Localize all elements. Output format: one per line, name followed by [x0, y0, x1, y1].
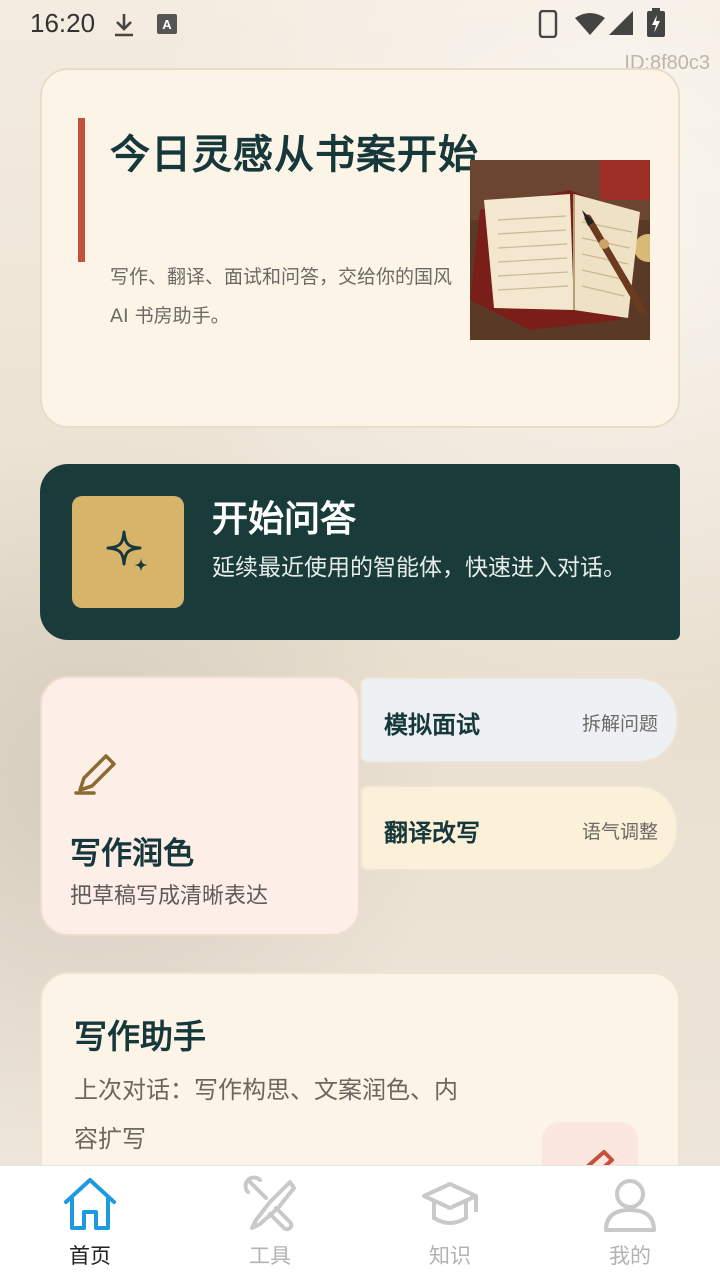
- status-time: 16:20: [30, 8, 96, 38]
- mock-interview-title: 模拟面试: [384, 711, 480, 739]
- tab-profile[interactable]: 我的: [540, 1166, 720, 1280]
- writing-polish-card[interactable]: 写作润色 把草稿写成清晰表达: [40, 676, 360, 936]
- open-book-illustration: [470, 160, 650, 340]
- mock-interview-button[interactable]: 模拟面试 拆解问题: [360, 677, 678, 763]
- tab-label: 工具: [249, 1244, 291, 1268]
- tab-label: 首页: [69, 1244, 111, 1268]
- bottom-tab-bar: 首页 工具 知识 我的: [0, 1165, 720, 1280]
- translate-rewrite-button[interactable]: 翻译改写 语气调整: [360, 785, 678, 871]
- tab-label: 知识: [429, 1244, 471, 1268]
- pen-icon: [74, 754, 116, 795]
- tab-tools[interactable]: 工具: [180, 1166, 360, 1280]
- wifi-icon: [575, 13, 605, 35]
- svg-text:A: A: [162, 17, 172, 32]
- hero-card[interactable]: 今日灵感从书案开始 写作、翻译、面试和问答，交给你的国风AI 书房助手。: [40, 68, 680, 428]
- sparkle-icon: [106, 530, 148, 572]
- tab-home[interactable]: 首页: [0, 1166, 180, 1280]
- translate-title: 翻译改写: [384, 819, 480, 847]
- hero-description: 写作、翻译、面试和问答，交给你的国风AI 书房助手。: [110, 266, 453, 327]
- graduation-cap-icon: [422, 1182, 478, 1225]
- qa-title: 开始问答: [212, 499, 357, 540]
- user-icon: [604, 1179, 656, 1232]
- keyboard-a-icon: A: [157, 14, 177, 34]
- accent-bar: [78, 118, 85, 262]
- qa-description: 延续最近使用的智能体，快速进入对话。: [212, 555, 626, 581]
- qa-icon-box: [72, 496, 184, 608]
- tab-knowledge[interactable]: 知识: [360, 1166, 540, 1280]
- tab-label: 我的: [609, 1244, 651, 1268]
- home-icon: [64, 1178, 116, 1230]
- translate-tag: 语气调整: [581, 821, 658, 843]
- mock-interview-tag: 拆解问题: [581, 713, 658, 735]
- tools-icon: [243, 1175, 296, 1232]
- hero-title: 今日灵感从书案开始: [110, 132, 479, 178]
- download-icon: [115, 14, 133, 37]
- start-qa-card[interactable]: 开始问答 延续最近使用的智能体，快速进入对话。: [40, 464, 680, 640]
- assistant-title: 写作助手: [74, 1017, 206, 1056]
- assistant-description: 上次对话：写作构思、文案润色、内容扩写: [74, 1076, 458, 1153]
- phone-icon: [538, 10, 558, 38]
- status-bar: 16:20 A: [0, 0, 720, 48]
- battery-charging-icon: [647, 8, 665, 37]
- writing-title: 写作润色: [70, 836, 194, 872]
- signal-icon: [609, 11, 633, 35]
- writing-subtitle: 把草稿写成清晰表达: [70, 884, 269, 909]
